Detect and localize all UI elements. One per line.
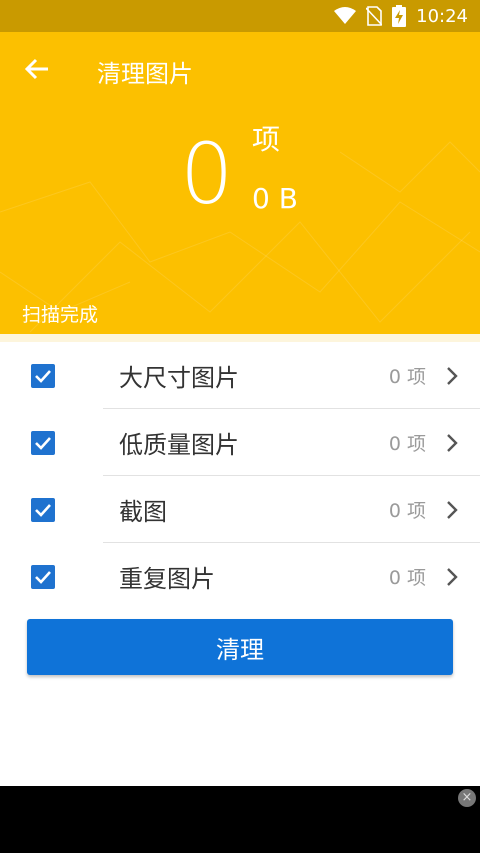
- total-size: 0 B: [252, 182, 298, 215]
- list-item-duplicates[interactable]: 重复图片 0 项: [0, 543, 480, 610]
- back-button[interactable]: [20, 52, 54, 86]
- list-item-label: 截图: [119, 498, 167, 526]
- page-title: 清理图片: [97, 60, 193, 88]
- header-decoration: [0, 141, 480, 333]
- status-time: 10:24: [416, 5, 468, 27]
- clean-button[interactable]: 清理: [27, 619, 453, 675]
- list-item-label: 重复图片: [119, 565, 215, 593]
- chevron-right-icon: [444, 498, 460, 522]
- check-icon: [35, 503, 51, 517]
- close-icon[interactable]: ×: [458, 789, 476, 807]
- checkbox-low-quality[interactable]: [31, 430, 55, 455]
- list-item-screenshots[interactable]: 截图 0 项: [0, 476, 480, 543]
- list-item-low-quality[interactable]: 低质量图片 0 项: [0, 409, 480, 476]
- list-item-count: 0 项: [388, 433, 426, 455]
- no-sim-icon: [366, 6, 383, 26]
- list-item-count: 0 项: [388, 500, 426, 522]
- check-icon: [35, 369, 51, 383]
- list-item-large-images[interactable]: 大尺寸图片 0 项: [0, 342, 480, 409]
- header-divider: [0, 334, 480, 342]
- check-icon: [35, 436, 51, 450]
- chevron-right-icon: [444, 364, 460, 388]
- wifi-icon: [334, 7, 357, 25]
- ad-banner[interactable]: ×: [0, 786, 480, 853]
- item-count-unit: 项: [252, 123, 281, 156]
- item-count: 0: [180, 125, 234, 223]
- list-item-label: 大尺寸图片: [119, 364, 239, 392]
- scan-header: 清理图片 0 项 0 B 扫描完成: [0, 32, 480, 334]
- checkbox-large-images[interactable]: [31, 363, 55, 388]
- scan-status: 扫描完成: [22, 304, 99, 326]
- chevron-right-icon: [444, 565, 460, 589]
- battery-charging-icon: [392, 5, 407, 27]
- list-item-count: 0 项: [388, 567, 426, 589]
- list-item-count: 0 项: [388, 366, 426, 388]
- category-list: 大尺寸图片 0 项 低质量图片 0 项 截图 0 项 重复图片 0 项: [0, 342, 480, 610]
- checkbox-duplicates[interactable]: [31, 564, 55, 589]
- chevron-right-icon: [444, 431, 460, 455]
- checkbox-screenshots[interactable]: [31, 497, 55, 522]
- check-icon: [35, 570, 51, 584]
- back-arrow-icon: [24, 58, 48, 80]
- list-item-label: 低质量图片: [119, 431, 239, 459]
- status-bar: 10:24: [0, 0, 480, 32]
